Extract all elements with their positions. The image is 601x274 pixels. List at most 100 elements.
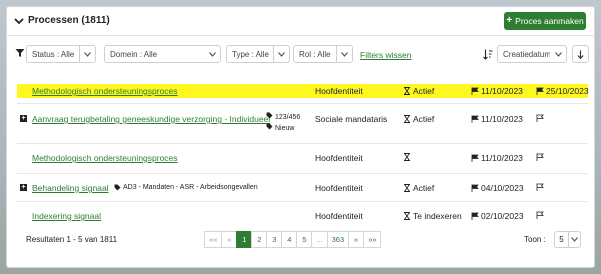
tag-new: Nieuw — [266, 123, 300, 134]
rol-filter-label: Rol : Alle — [299, 49, 331, 59]
page-button-2[interactable]: 2 — [251, 231, 268, 248]
tag-count-label: 123/456 — [274, 114, 301, 121]
chevron-down-icon — [568, 232, 580, 247]
hourglass-icon — [404, 115, 410, 123]
chevron-down-icon — [273, 46, 289, 62]
start-date-label: 02/10/2023 — [481, 211, 524, 221]
process-name-link[interactable]: Methodologisch ondersteuningsproces — [32, 86, 178, 96]
tag-new-label: Nieuw — [274, 125, 295, 132]
page-size-value: 5 — [559, 235, 564, 244]
process-name-link[interactable]: Methodologisch ondersteuningsproces — [32, 153, 178, 163]
prev-page-button[interactable]: « — [221, 231, 238, 248]
sort-icon — [483, 49, 493, 60]
end-date — [536, 211, 544, 219]
process-status: Actief — [403, 183, 434, 193]
process-identity: Hoofdentiteit — [315, 153, 363, 163]
process-identity: Hoofdentiteit — [315, 86, 363, 96]
tag-icon — [266, 112, 273, 119]
hourglass-icon — [404, 153, 410, 161]
process-status — [403, 153, 411, 161]
start-date-label: 11/10/2023 — [481, 86, 523, 96]
start-date-label: 04/10/2023 — [481, 183, 524, 193]
chevron-down-icon — [79, 46, 95, 62]
tag-icon — [266, 123, 273, 130]
process-status: Actief — [403, 114, 434, 124]
page-size-select[interactable]: 5 — [554, 231, 581, 248]
process-status-label: Te indexeren — [413, 211, 462, 221]
page-button-last[interactable]: 363 — [326, 231, 350, 248]
start-date: 11/10/2023 — [471, 86, 523, 96]
chevron-down-icon — [204, 46, 220, 62]
process-tag-label: AD3 - Mandaten - ASR - Arbeidsongevallen — [123, 184, 258, 191]
last-page-button[interactable]: »» — [363, 231, 382, 248]
start-date: 04/10/2023 — [471, 183, 524, 193]
tag-count: 123/456 — [266, 112, 300, 123]
first-page-button[interactable]: «« — [204, 231, 223, 248]
expand-icon[interactable]: + — [20, 115, 27, 122]
table-row[interactable]: Methodologisch ondersteuningsproces Hoof… — [17, 84, 589, 98]
status-filter[interactable]: Status : Alle — [26, 45, 96, 63]
start-date-label: 11/10/2023 — [481, 153, 523, 163]
process-name-link[interactable]: Aanvraag terugbetaling geneeskundige ver… — [32, 114, 270, 124]
rol-filter[interactable]: Rol : Alle — [293, 45, 353, 63]
start-date: 11/10/2023 — [471, 153, 523, 163]
page-size-label: Toon : — [524, 235, 546, 244]
chevron-down-icon[interactable] — [14, 16, 24, 26]
filter-icon — [15, 49, 25, 57]
clear-filters-link[interactable]: Filters wissen — [360, 50, 411, 60]
expand-icon[interactable]: + — [20, 184, 27, 191]
flag-icon — [471, 212, 479, 220]
new-process-button[interactable]: + Proces aanmaken — [504, 12, 586, 30]
new-process-label: Proces aanmaken — [515, 16, 584, 26]
sort-direction-button[interactable] — [572, 45, 589, 63]
plus-icon: + — [506, 15, 513, 26]
results-count: Resultaten 1 - 5 van 1811 — [26, 235, 118, 244]
panel-header: Processen (1811) + Proces aanmaken — [7, 7, 594, 36]
page-button-5[interactable]: 5 — [296, 231, 313, 248]
flag-checkered-icon — [536, 87, 544, 95]
process-identity: Sociale mandataris — [315, 114, 388, 124]
type-filter-label: Type : Alle — [232, 49, 269, 59]
process-tags: 123/456 Nieuw — [266, 112, 300, 134]
table-row[interactable]: Methodologisch ondersteuningsproces Hoof… — [17, 143, 588, 174]
flag-checkered-icon — [536, 183, 544, 191]
start-date: 11/10/2023 — [471, 114, 523, 124]
process-name-link[interactable]: Indexering signaal — [32, 211, 101, 221]
process-identity: Hoofdentiteit — [315, 183, 363, 193]
flag-icon — [471, 184, 479, 192]
process-status-label: Actief — [413, 86, 435, 96]
process-status-label: Actief — [413, 183, 435, 193]
page-button-1[interactable]: 1 — [236, 231, 253, 248]
type-filter[interactable]: Type : Alle — [226, 45, 290, 63]
panel-title: Processen (1811) — [28, 15, 110, 26]
flag-icon — [471, 154, 479, 162]
table-row[interactable]: Indexering signaal Hoofdentiteit Te inde… — [17, 201, 588, 232]
process-name-link[interactable]: Behandeling signaal — [32, 183, 109, 193]
chevron-down-icon — [336, 46, 352, 62]
domein-filter-label: Domein : Alle — [110, 49, 158, 59]
table-row[interactable]: + Behandeling signaal AD3 - Mandaten - A… — [17, 173, 588, 204]
pagination: «« « 1 2 3 4 5 ... 363 » »» — [204, 231, 382, 248]
hourglass-icon — [404, 212, 410, 220]
process-status-label: Actief — [413, 114, 435, 124]
page-button-3[interactable]: 3 — [266, 231, 283, 248]
list-footer: Resultaten 1 - 5 van 1811 «« « 1 2 3 4 5… — [7, 229, 594, 249]
process-status: Actief — [403, 86, 434, 96]
end-date — [536, 183, 544, 191]
flag-icon — [471, 87, 479, 95]
start-date: 02/10/2023 — [471, 211, 524, 221]
page-button-4[interactable]: 4 — [281, 231, 298, 248]
tag-icon — [114, 184, 121, 191]
hourglass-icon — [404, 87, 410, 95]
flag-icon — [471, 115, 479, 123]
hourglass-icon — [404, 184, 410, 192]
end-date: 25/10/2023 — [536, 86, 589, 96]
process-status: Te indexeren — [403, 211, 462, 221]
flag-checkered-icon — [536, 114, 544, 122]
domein-filter[interactable]: Domein : Alle — [104, 45, 221, 63]
end-date-label: 25/10/2023 — [546, 86, 589, 96]
next-page-button[interactable]: » — [348, 231, 365, 248]
sort-select[interactable]: Creatiedatum — [497, 45, 567, 63]
table-row[interactable]: + Aanvraag terugbetaling geneeskundige v… — [17, 103, 588, 134]
flag-checkered-icon — [536, 153, 544, 161]
